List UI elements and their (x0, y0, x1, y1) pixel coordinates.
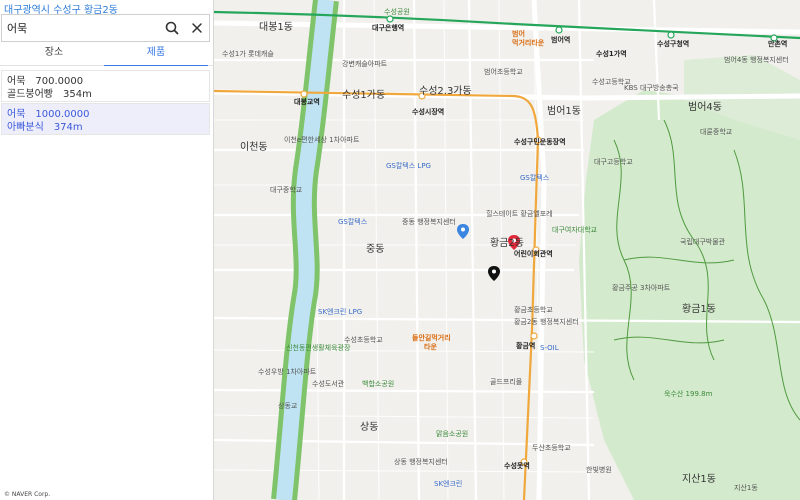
map-label: 황금1동 (682, 304, 716, 315)
poi-label: 힐스테이트 황금엘포레 (486, 210, 553, 218)
list-item[interactable]: 어묵 700.0000 골드붕어빵 354m (1, 70, 210, 102)
result-list: 어묵 700.0000 골드붕어빵 354m 어묵 1000.0000 아빠분식 374… (1, 70, 210, 136)
map-label: 타운 (424, 343, 437, 351)
poi-label: 두산초등학교 (532, 444, 571, 452)
map-view[interactable]: 대봉1동 수성공원 대구은행역 범어역 수성구청역 만촌역 범어 먹거리타운 범… (214, 0, 800, 500)
station-label: 수성구민운동장역 (514, 138, 566, 146)
search-box (1, 14, 210, 42)
station-label: 대구은행역 (372, 24, 405, 32)
station-label: 수성구청역 (657, 40, 690, 48)
map-label: 지산1동 (682, 474, 716, 485)
poi-label: 상동교 (278, 402, 298, 410)
poi-label: 황금초등학교 (514, 306, 553, 314)
poi-label: 대륜중학교 (700, 128, 733, 136)
poi-label: 대구여자대학교 (552, 226, 598, 234)
store-distance: 374m (53, 122, 83, 133)
map-label: 범어4동 (688, 102, 722, 113)
map-label: 상동 (360, 422, 379, 433)
poi-label: 수성초등학교 (344, 336, 383, 344)
poi-label: 수성1가 롯데캐슬 (222, 50, 274, 58)
poi-label: SK엔크린 LPG (318, 308, 363, 316)
pin-black (488, 266, 500, 281)
search-icon (165, 21, 179, 35)
map-label: 범어1동 (547, 106, 581, 117)
pin-blue (457, 224, 469, 239)
item-name: 어묵 (7, 76, 26, 87)
map-label: 범어 (512, 30, 525, 38)
search-input[interactable] (7, 20, 147, 36)
poi-label: 신천동편생활체육광장 (286, 344, 351, 352)
item-price: 700.0000 (35, 76, 84, 87)
poi-label: 골드프리몰 (490, 378, 523, 386)
station-label: 수성시장역 (412, 108, 445, 116)
close-icon (192, 23, 202, 33)
map-label: 수성1가동 (342, 90, 386, 101)
copyright: © NAVER Corp. (4, 491, 51, 498)
item-price: 1000.0000 (35, 109, 90, 120)
poi-label: 맑음소공원 (436, 430, 469, 438)
poi-label: 범어초등학교 (484, 68, 523, 76)
poi-label: 이천e편한세상 1차아파트 (284, 136, 360, 144)
poi-label: 수성우방 1차아파트 (258, 368, 317, 376)
poi-label: 황금주공 3차아파트 (612, 284, 671, 292)
poi-label: 황금2동 행정복지센터 (514, 318, 579, 326)
store-name: 아빠분식 (7, 122, 44, 133)
list-item-selected[interactable]: 어묵 1000.0000 아빠분식 374m (1, 103, 210, 135)
map-label: 대봉1동 (259, 22, 293, 33)
item-name: 어묵 (7, 109, 26, 120)
poi-label: 대구중학교 (270, 186, 303, 194)
poi-label: KBS 대구방송총국 (624, 84, 679, 92)
map-label: 이천동 (240, 142, 268, 153)
poi-label: GS칼텍스 (520, 174, 550, 182)
poi-label: 욱수산 199.8m (664, 390, 713, 398)
store-distance: 354m (63, 89, 92, 100)
map-label: 수성2.3가동 (419, 86, 472, 97)
result-tabs: 장소 제품 (0, 42, 214, 66)
station-label: 범어역 (551, 36, 571, 44)
poi-label: 국립대구박물관 (680, 238, 726, 246)
search-button[interactable] (162, 18, 182, 38)
station-label: 황금역 (516, 342, 536, 350)
poi-label: 한빛병원 (586, 466, 612, 474)
store-name: 골드붕어빵 (7, 89, 53, 100)
station-label: 대봉교역 (294, 98, 320, 106)
poi-label: 범어4동 행정복지센터 (724, 56, 789, 64)
poi-label: 수성도서관 (312, 380, 345, 388)
station-label: 수성1가역 (596, 50, 627, 58)
poi-label: 중동 행정복지센터 (402, 218, 456, 226)
station-label: 수성못역 (504, 462, 530, 470)
tab-product[interactable]: 제품 (104, 42, 208, 66)
tab-place[interactable]: 장소 (2, 42, 106, 66)
poi-label: GS칼텍스 (338, 218, 368, 226)
park-area (579, 90, 800, 500)
clear-button[interactable] (187, 18, 207, 38)
poi-label: 상동 행정복지센터 (394, 458, 448, 466)
poi-label: GS칼텍스 LPG (386, 162, 431, 170)
poi-label: 백합소공원 (362, 380, 395, 388)
map-label: 들안길먹거리 (412, 334, 451, 342)
map-label: 중동 (366, 244, 385, 255)
map-label: 먹거리타운 (512, 39, 545, 47)
poi-label: 지산1동 (734, 484, 758, 492)
poi-label: S-OIL (540, 344, 559, 352)
poi-label: 대구고등학교 (594, 158, 633, 166)
map-label: 황금2동 (490, 238, 524, 249)
map-label: 수성공원 (384, 8, 410, 16)
station-label: 어린이회관역 (514, 250, 553, 258)
poi-label: SK엔크린 (434, 480, 463, 488)
search-panel: 대구광역시 수성구 황금2동 장소 제품 어묵700.0000 골드붕어빵354… (0, 0, 214, 500)
station-label: 만촌역 (768, 40, 788, 48)
poi-label: 강변캐슬아파트 (342, 60, 388, 68)
